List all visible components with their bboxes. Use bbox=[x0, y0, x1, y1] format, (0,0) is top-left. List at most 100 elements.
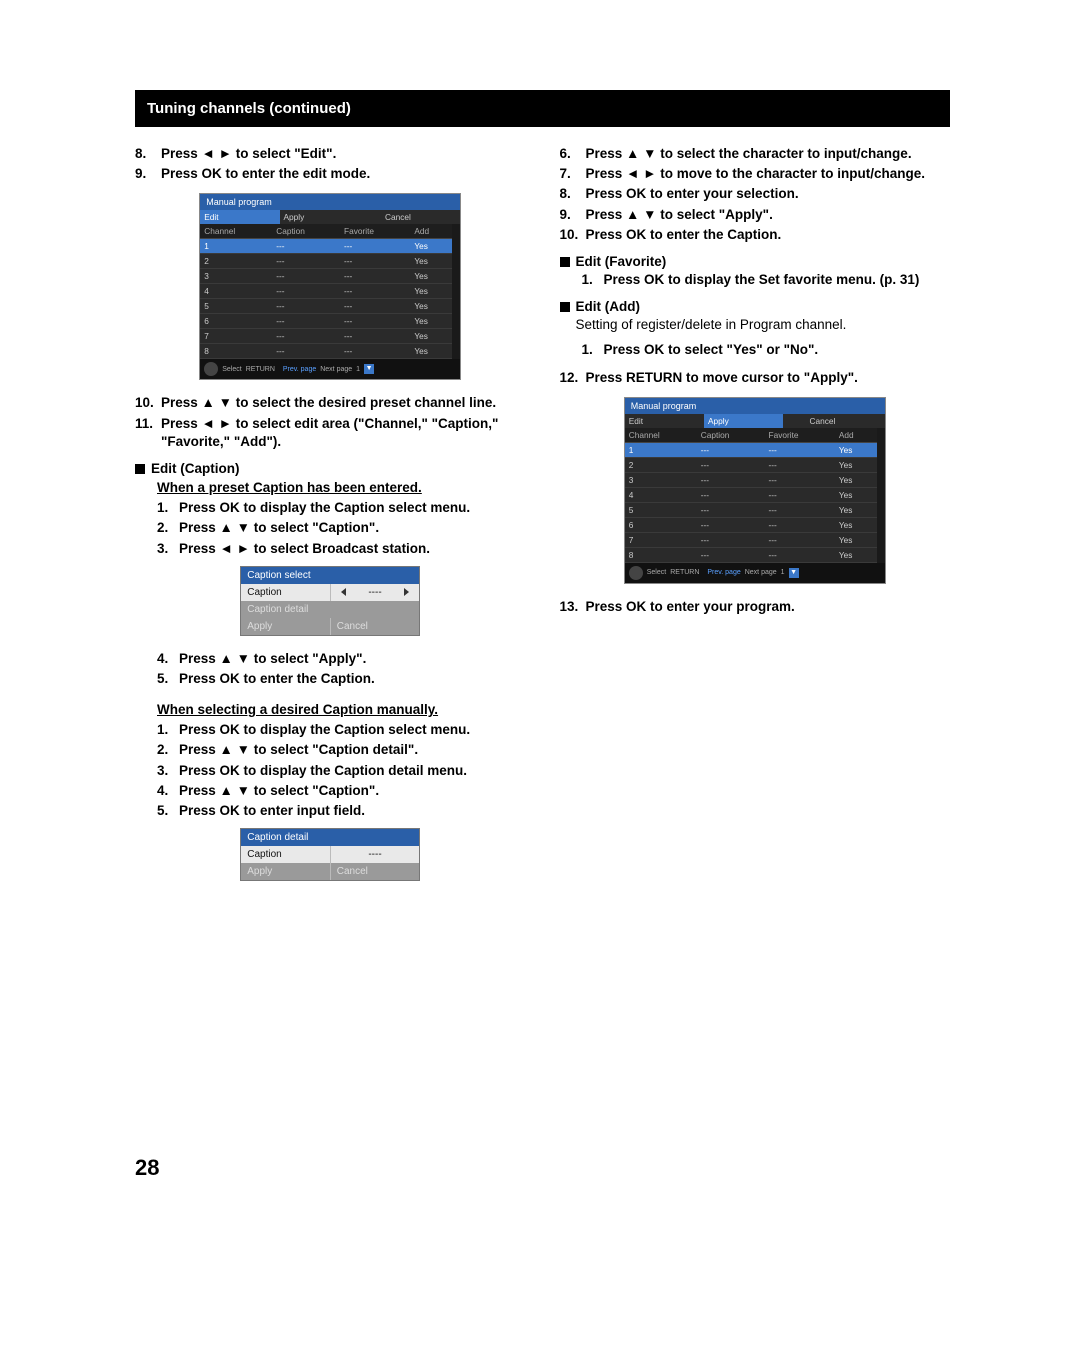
mini-value[interactable]: ---- bbox=[331, 584, 420, 601]
osd-table: Channel Caption Favorite Add 1------Yes … bbox=[200, 224, 452, 359]
th-caption: Caption bbox=[272, 224, 340, 239]
table-row[interactable]: 3------Yes bbox=[200, 269, 452, 284]
nav-icon bbox=[629, 566, 643, 580]
mini-row-caption[interactable]: Caption ---- bbox=[241, 584, 419, 601]
table-row[interactable]: 4------Yes bbox=[200, 284, 452, 299]
tab-cancel[interactable]: Cancel bbox=[381, 210, 460, 224]
underline-preset: When a preset Caption has been entered. bbox=[157, 480, 526, 495]
triangle-left-icon[interactable] bbox=[341, 588, 346, 596]
mini-title: Caption detail bbox=[241, 829, 419, 846]
osd-footer: Select RETURN Prev. page Next page 1 ▼ bbox=[625, 563, 885, 583]
page-indicator-icon: ▼ bbox=[789, 568, 799, 578]
fav-1: 1.Press OK to display the Set favorite m… bbox=[582, 271, 951, 289]
mini-row-actions: Apply Cancel bbox=[241, 618, 419, 635]
th-channel: Channel bbox=[625, 428, 697, 443]
tab-apply[interactable]: Apply bbox=[280, 210, 359, 224]
cap-b-2: 2.Press ▲ ▼ to select "Caption detail". bbox=[157, 741, 526, 759]
add-body: Setting of register/delete in Program ch… bbox=[576, 316, 951, 334]
mini-row-actions: Apply Cancel bbox=[241, 863, 419, 880]
step-number: 11. bbox=[135, 415, 161, 451]
footer-next: Next page bbox=[320, 366, 352, 373]
tab-edit[interactable]: Edit bbox=[200, 210, 279, 224]
th-favorite: Favorite bbox=[340, 224, 410, 239]
th-add: Add bbox=[835, 428, 877, 443]
table-row[interactable]: 3------Yes bbox=[625, 472, 877, 487]
table-row[interactable]: 4------Yes bbox=[625, 487, 877, 502]
triangle-right-icon[interactable] bbox=[404, 588, 409, 596]
heading-edit-favorite: Edit (Favorite) bbox=[560, 254, 951, 269]
table-row[interactable]: 2------Yes bbox=[625, 457, 877, 472]
step-13: 13. Press OK to enter your program. bbox=[560, 598, 951, 616]
step-7: 7.Press ◄ ► to move to the character to … bbox=[560, 165, 951, 183]
osd-manual-program-apply: Manual program Edit Apply Cancel Channel… bbox=[560, 397, 951, 584]
add-1: 1.Press OK to select "Yes" or "No". bbox=[582, 341, 951, 359]
cap-a-3: 3.Press ◄ ► to select Broadcast station. bbox=[157, 540, 526, 558]
table-row[interactable]: 1------Yes bbox=[625, 442, 877, 457]
scrollbar[interactable] bbox=[452, 224, 460, 359]
tab-apply[interactable]: Apply bbox=[704, 414, 783, 428]
footer-page: 1 bbox=[781, 569, 785, 576]
table-row[interactable]: 7------Yes bbox=[200, 329, 452, 344]
cap-b-3: 3.Press OK to display the Caption detail… bbox=[157, 762, 526, 780]
square-bullet-icon bbox=[135, 464, 145, 474]
osd-manual-program-edit: Manual program Edit Apply Cancel Channel… bbox=[135, 193, 526, 380]
step-9r: 9.Press ▲ ▼ to select "Apply". bbox=[560, 206, 951, 224]
footer-prev: Prev. page bbox=[707, 569, 740, 576]
table-row[interactable]: 5------Yes bbox=[625, 502, 877, 517]
step-text: Press OK to enter the edit mode. bbox=[161, 165, 526, 183]
step-9: 9. Press OK to enter the edit mode. bbox=[135, 165, 526, 183]
footer-prev: Prev. page bbox=[283, 366, 316, 373]
table-row[interactable]: 7------Yes bbox=[625, 532, 877, 547]
step-text: Press ◄ ► to select "Edit". bbox=[161, 145, 526, 163]
cap-a-1: 1.Press OK to display the Caption select… bbox=[157, 499, 526, 517]
step-6: 6.Press ▲ ▼ to select the character to i… bbox=[560, 145, 951, 163]
table-row[interactable]: 5------Yes bbox=[200, 299, 452, 314]
mini-cancel[interactable]: Cancel bbox=[331, 618, 420, 635]
step-11: 11. Press ◄ ► to select edit area ("Chan… bbox=[135, 415, 526, 451]
mini-label: Caption detail bbox=[241, 601, 419, 618]
step-text: Press RETURN to move cursor to "Apply". bbox=[586, 369, 951, 387]
osd-table: Channel Caption Favorite Add 1------Yes … bbox=[625, 428, 877, 563]
cap-a-5: 5.Press OK to enter the Caption. bbox=[157, 670, 526, 688]
square-bullet-icon bbox=[560, 257, 570, 267]
right-column: 6.Press ▲ ▼ to select the character to i… bbox=[560, 143, 951, 895]
table-row[interactable]: 8------Yes bbox=[200, 344, 452, 359]
mini-apply[interactable]: Apply bbox=[241, 863, 331, 880]
step-number: 12. bbox=[560, 369, 586, 387]
underline-manual: When selecting a desired Caption manuall… bbox=[157, 702, 526, 717]
tab-edit[interactable]: Edit bbox=[625, 414, 704, 428]
table-row[interactable]: 6------Yes bbox=[625, 517, 877, 532]
mini-value[interactable]: ---- bbox=[331, 846, 420, 863]
osd-tabs: Edit Apply Cancel bbox=[200, 210, 460, 224]
step-number: 13. bbox=[560, 598, 586, 616]
square-bullet-icon bbox=[560, 302, 570, 312]
mini-box: Caption detail Caption ---- Apply Cancel bbox=[240, 828, 420, 881]
osd-box: Manual program Edit Apply Cancel Channel… bbox=[199, 193, 461, 380]
table-row[interactable]: 2------Yes bbox=[200, 254, 452, 269]
mini-row-caption[interactable]: Caption ---- bbox=[241, 846, 419, 863]
step-number: 8. bbox=[135, 145, 161, 163]
table-row[interactable]: 6------Yes bbox=[200, 314, 452, 329]
mini-apply[interactable]: Apply bbox=[241, 618, 331, 635]
step-8r: 8.Press OK to enter your selection. bbox=[560, 185, 951, 203]
footer-return: RETURN bbox=[670, 569, 699, 576]
mini-row-detail[interactable]: Caption detail bbox=[241, 601, 419, 618]
tab-cancel[interactable]: Cancel bbox=[806, 414, 885, 428]
heading-edit-add: Edit (Add) bbox=[560, 299, 951, 314]
osd-caption-select: Caption select Caption ---- Caption deta… bbox=[135, 566, 526, 636]
osd-title: Manual program bbox=[625, 398, 885, 414]
page-indicator-icon: ▼ bbox=[364, 364, 374, 374]
step-text: Press ▲ ▼ to select the desired preset c… bbox=[161, 394, 526, 412]
scrollbar[interactable] bbox=[877, 428, 885, 563]
cap-b-4: 4.Press ▲ ▼ to select "Caption". bbox=[157, 782, 526, 800]
nav-icon bbox=[204, 362, 218, 376]
step-text: Press ◄ ► to select edit area ("Channel,… bbox=[161, 415, 526, 451]
mini-cancel[interactable]: Cancel bbox=[331, 863, 420, 880]
page: Tuning channels (continued) 8. Press ◄ ►… bbox=[0, 0, 1080, 1241]
cap-a-4: 4.Press ▲ ▼ to select "Apply". bbox=[157, 650, 526, 668]
footer-page: 1 bbox=[356, 366, 360, 373]
table-row[interactable]: 1------Yes bbox=[200, 239, 452, 254]
step-10: 10. Press ▲ ▼ to select the desired pres… bbox=[135, 394, 526, 412]
table-row[interactable]: 8------Yes bbox=[625, 547, 877, 562]
step-12: 12. Press RETURN to move cursor to "Appl… bbox=[560, 369, 951, 387]
